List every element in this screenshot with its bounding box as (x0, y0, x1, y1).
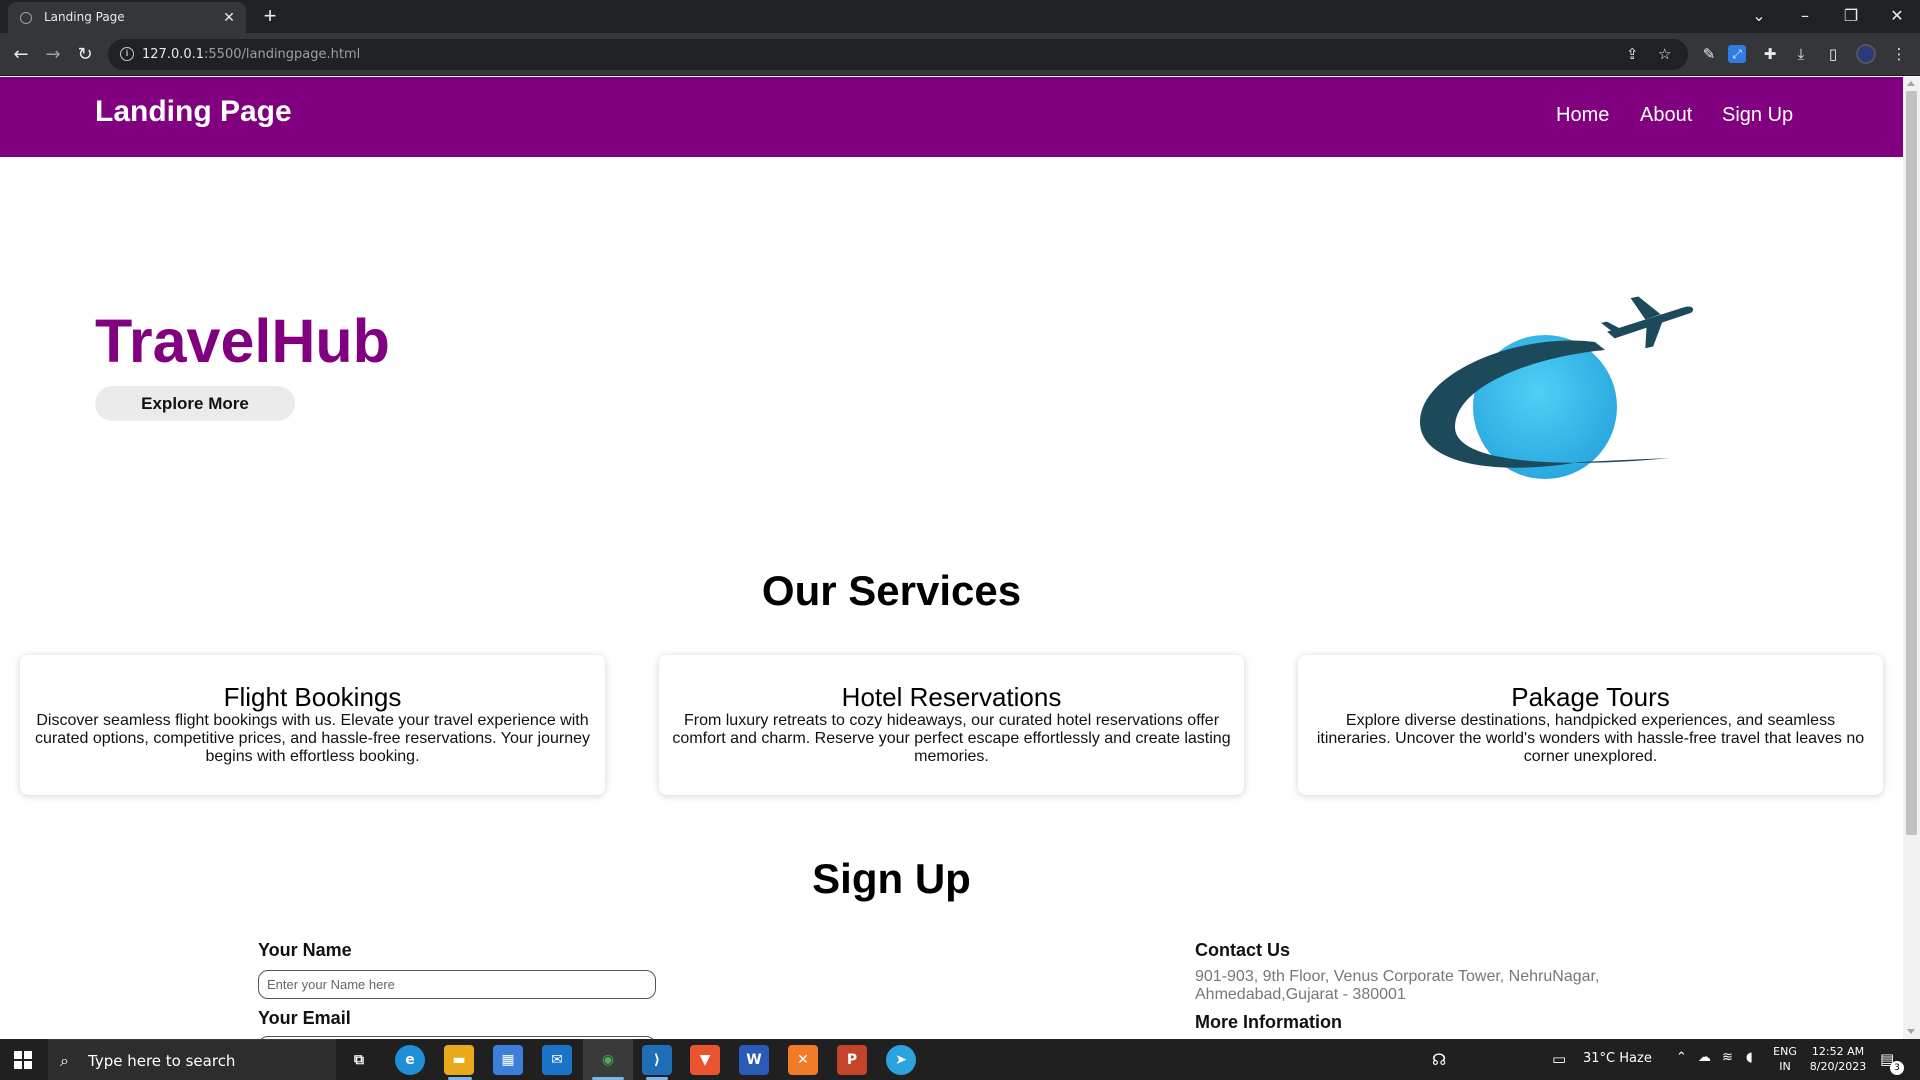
windows-start-icon[interactable] (14, 1051, 32, 1069)
telegram-icon[interactable]: ➤ (886, 1045, 916, 1075)
contact-title: Contact Us (1195, 940, 1291, 960)
back-button[interactable]: ← (8, 42, 34, 68)
more-information-title: More Information (1195, 1012, 1342, 1032)
puzzle-extensions-icon[interactable]: ✚ (1759, 43, 1781, 65)
weather-icon[interactable]: ▭ (1552, 1050, 1566, 1068)
globe-icon (20, 12, 32, 24)
service-card-hotel: Hotel Reservations From luxury retreats … (659, 655, 1244, 795)
powerpoint-icon[interactable]: P (837, 1045, 867, 1075)
url-text[interactable]: 127.0.0.1:5500/landingpage.html (142, 47, 360, 62)
nav-home[interactable]: Home (1556, 104, 1609, 127)
side-panel-icon[interactable]: ▯ (1822, 43, 1844, 65)
onedrive-icon[interactable]: ☁ (1698, 1050, 1711, 1065)
notification-count-badge: 3 (1890, 1061, 1904, 1075)
page-scrollbar[interactable] (1903, 77, 1920, 1039)
address-line: Ahmedabad,Gujarat - 380001 (1195, 986, 1406, 1003)
xampp-icon[interactable]: ✕ (788, 1045, 818, 1075)
email-label: Your Email (258, 1008, 351, 1028)
address-bar[interactable]: i 127.0.0.1:5500/landingpage.html ⇪ ☆ (108, 39, 1688, 70)
volume-icon[interactable]: ◖ (1746, 1050, 1753, 1065)
address-line: 901-903, 9th Floor, Venus Corporate Towe… (1195, 968, 1600, 985)
language-indicator[interactable]: ENG IN (1770, 1044, 1800, 1074)
service-card-text: Explore diverse destinations, handpicked… (1316, 712, 1865, 765)
windows-taskbar: ⌕ Type here to search ⧉ e ▬ ▦ ✉ ◉ ⟩ ▼ W … (0, 1039, 1920, 1080)
signup-title: Sign Up (812, 855, 971, 902)
service-card-flight: Flight Bookings Discover seamless flight… (20, 655, 605, 795)
taskbar-search-box[interactable]: ⌕ Type here to search (48, 1039, 336, 1080)
tab-title: Landing Page (44, 10, 125, 24)
new-tab-button[interactable]: + (256, 4, 284, 30)
scroll-up-arrow-icon[interactable] (1907, 81, 1915, 86)
browser-tab-strip: Landing Page ✕ + ⌄ – ❐ ✕ (0, 0, 1920, 33)
browser-tab[interactable]: Landing Page ✕ (8, 2, 246, 33)
browser-toolbar: ← → ↻ i 127.0.0.1:5500/landingpage.html … (0, 33, 1920, 76)
clock[interactable]: 12:52 AM 8/20/2023 (1806, 1044, 1870, 1074)
name-input[interactable] (258, 970, 656, 999)
scrollbar-thumb[interactable] (1906, 91, 1917, 835)
minimize-button[interactable]: – (1790, 4, 1820, 28)
weather-text[interactable]: 31°C Haze (1583, 1051, 1652, 1066)
file-explorer-icon[interactable]: ▬ (444, 1045, 474, 1075)
site-info-icon[interactable]: i (120, 47, 134, 61)
share-icon[interactable]: ⇪ (1626, 45, 1639, 63)
chrome-icon[interactable]: ◉ (593, 1045, 623, 1075)
tab-search-chevron-icon[interactable]: ⌄ (1744, 4, 1774, 28)
profile-avatar[interactable] (1856, 44, 1876, 64)
word-icon[interactable]: W (739, 1045, 769, 1075)
search-icon: ⌕ (60, 1051, 69, 1070)
search-placeholder: Type here to search (88, 1052, 236, 1070)
edge-icon[interactable]: e (395, 1045, 425, 1075)
site-brand[interactable]: Landing Page (95, 95, 292, 129)
people-icon[interactable]: ☊ (1432, 1050, 1446, 1069)
site-header: Landing Page Home About Sign Up (0, 77, 1903, 157)
hero-title: TravelHub (95, 307, 390, 375)
resize-extension-icon[interactable]: ⤢ (1728, 45, 1746, 63)
chevron-up-icon[interactable]: ⌃ (1676, 1050, 1687, 1065)
globe-airplane-illustration (1420, 296, 1694, 479)
service-card-text: Discover seamless flight bookings with u… (35, 712, 590, 765)
vscode-icon[interactable]: ⟩ (642, 1045, 672, 1075)
download-icon[interactable]: ⤓ (1790, 43, 1812, 65)
service-card-title: Hotel Reservations (841, 682, 1062, 712)
close-window-button[interactable]: ✕ (1882, 4, 1912, 28)
restore-button[interactable]: ❐ (1836, 4, 1866, 28)
service-card-text: From luxury retreats to cozy hideaways, … (672, 712, 1231, 765)
nav-sign-up[interactable]: Sign Up (1722, 104, 1793, 127)
brave-icon[interactable]: ▼ (690, 1045, 720, 1075)
wifi-icon[interactable]: ≋ (1722, 1050, 1733, 1065)
store-icon[interactable]: ▦ (493, 1045, 523, 1075)
close-tab-icon[interactable]: ✕ (220, 8, 238, 26)
service-card-tours: Pakage Tours Explore diverse destination… (1298, 655, 1883, 795)
explore-more-button[interactable]: Explore More (95, 386, 295, 421)
scroll-down-arrow-icon[interactable] (1907, 1029, 1915, 1034)
services-title: Our Services (761, 567, 1022, 614)
kebab-menu-icon[interactable]: ⋮ (1888, 43, 1910, 65)
nav-about[interactable]: About (1640, 104, 1692, 127)
contact-address: 901-903, 9th Floor, Venus Corporate Towe… (1195, 968, 1635, 1004)
name-label: Your Name (258, 940, 352, 960)
page-viewport: Landing Page Home About Sign Up TravelHu… (0, 77, 1903, 1039)
pen-extension-icon[interactable]: ✎ (1698, 43, 1720, 65)
service-card-title: Pakage Tours (1511, 682, 1670, 712)
bookmark-star-icon[interactable]: ☆ (1658, 45, 1671, 63)
forward-button[interactable]: → (40, 42, 66, 68)
reload-button[interactable]: ↻ (72, 42, 98, 68)
service-card-title: Flight Bookings (223, 682, 402, 712)
mail-icon[interactable]: ✉ (542, 1045, 572, 1075)
task-view-icon[interactable]: ⧉ (344, 1045, 374, 1075)
